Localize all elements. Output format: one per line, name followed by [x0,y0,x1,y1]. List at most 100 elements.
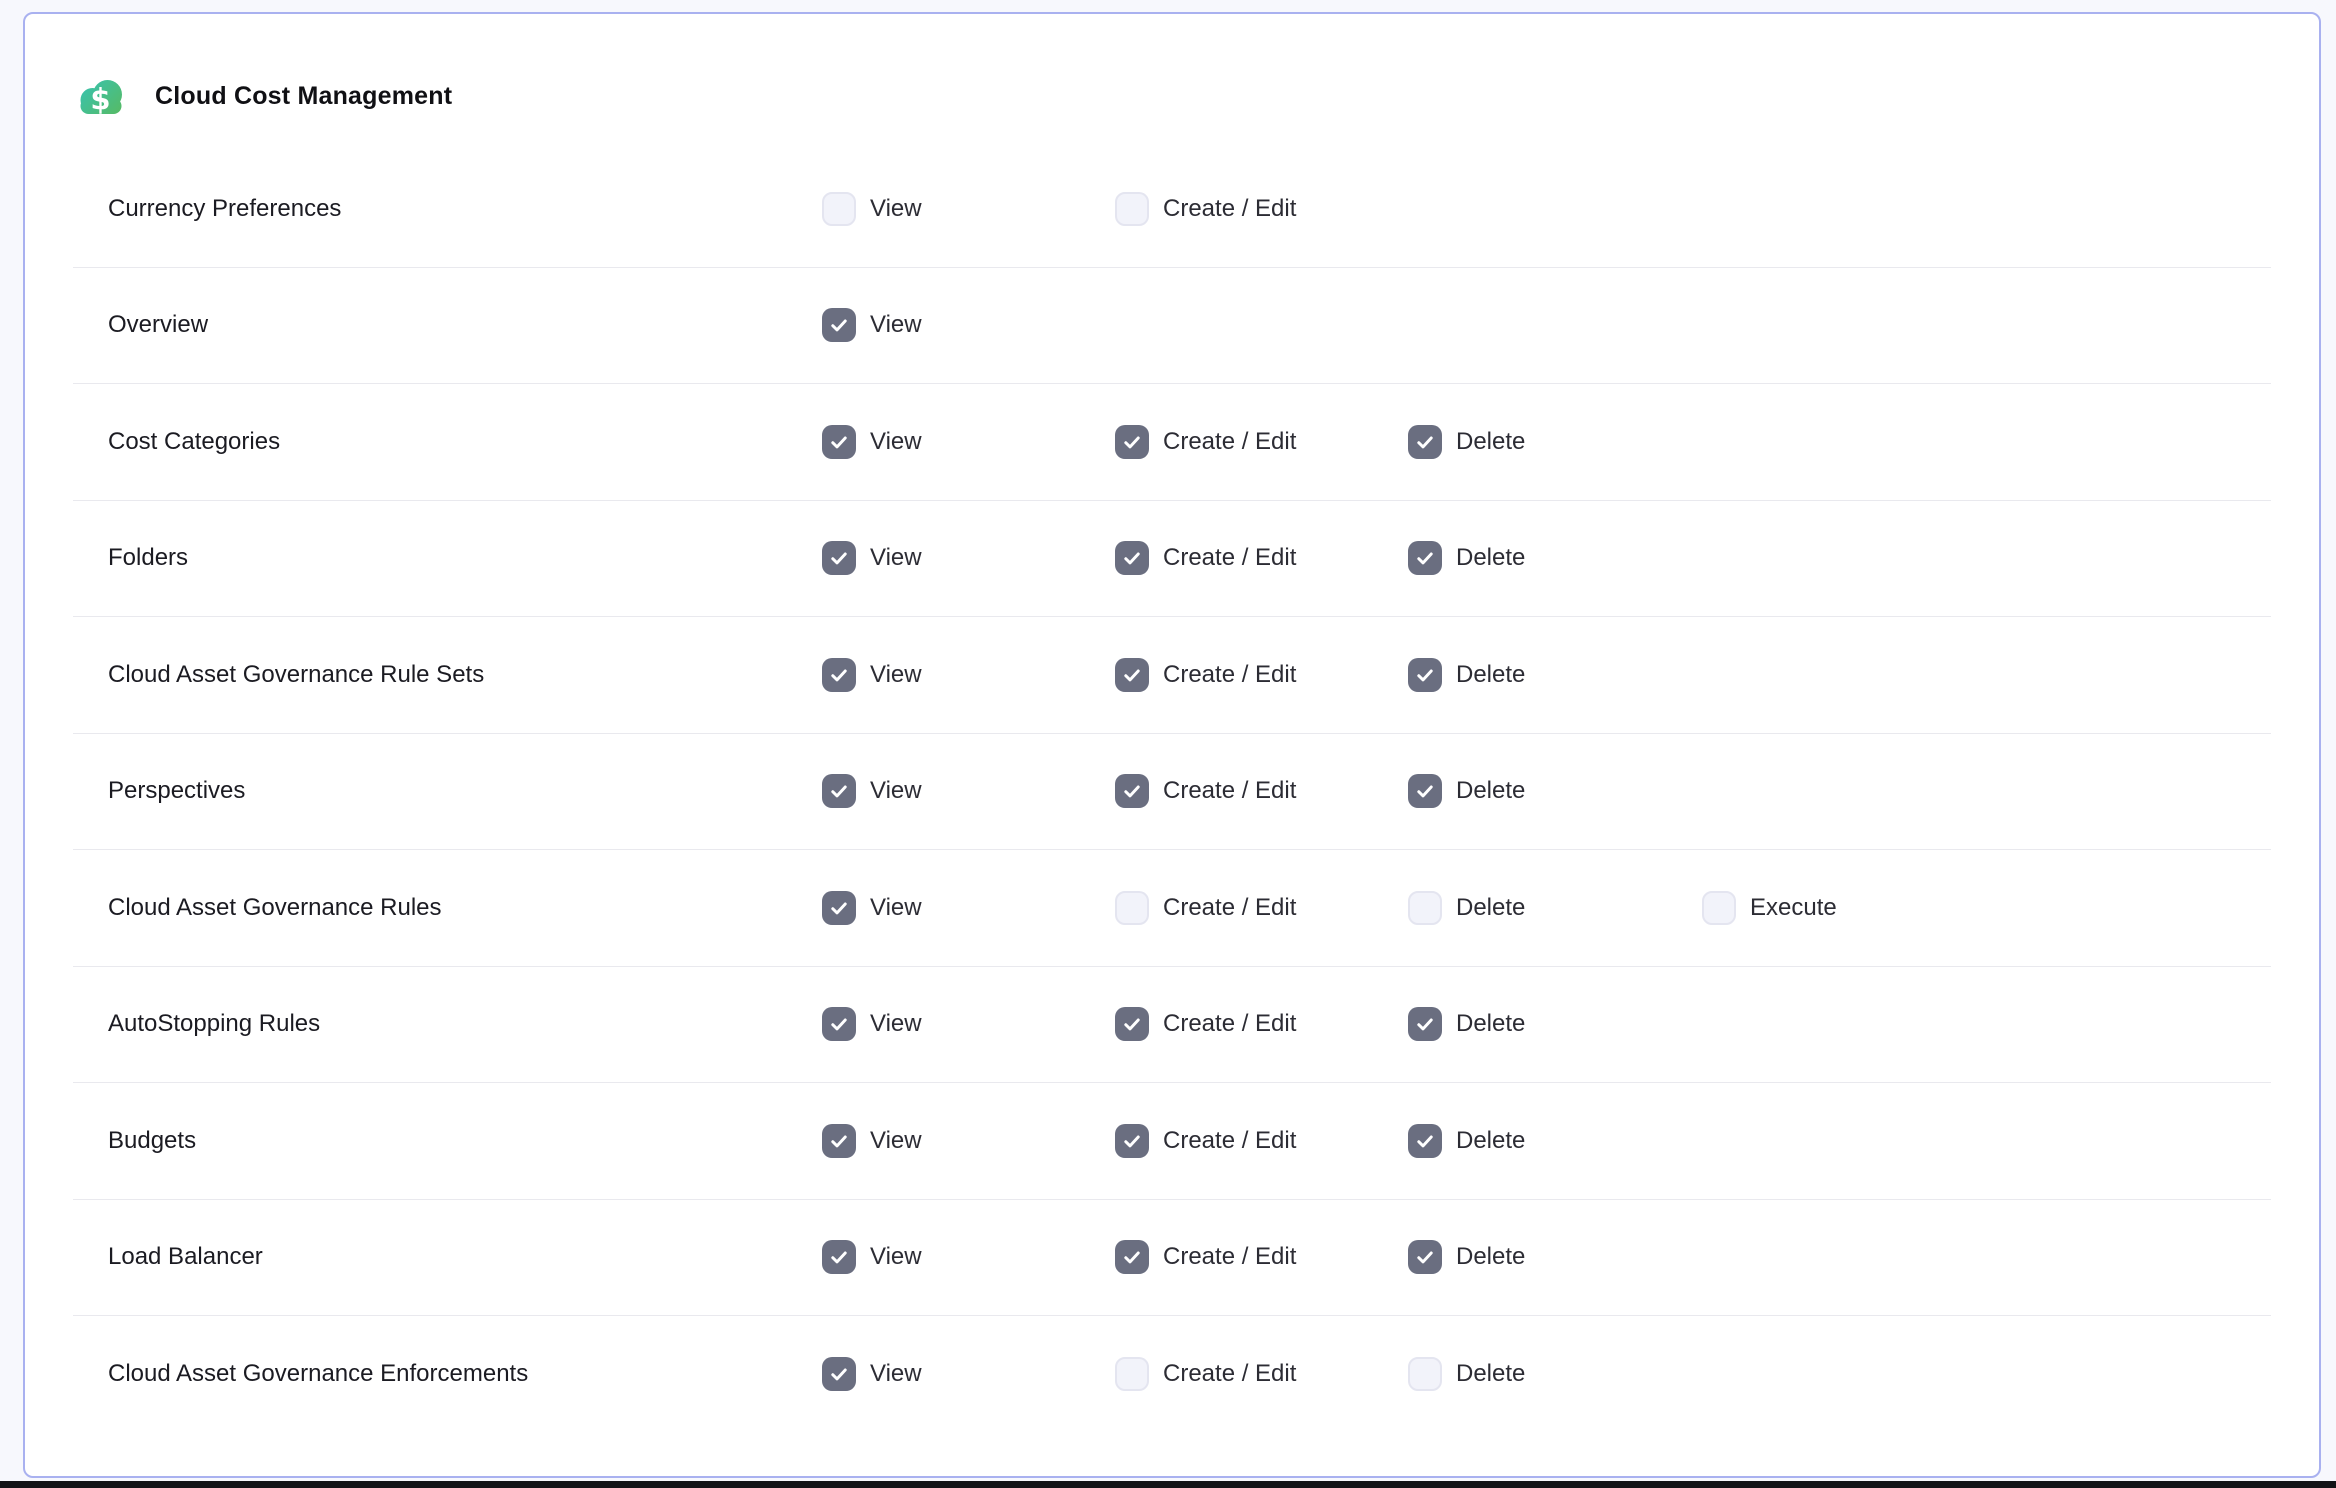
delete-checkbox[interactable] [1408,541,1442,575]
view-checkbox-label: View [870,661,922,689]
create-edit-permission-cell: Create / Edit [1115,658,1408,692]
delete-checkbox[interactable] [1408,658,1442,692]
create-edit-permission-cell: Create / Edit [1115,891,1408,925]
checkmark-icon [828,314,850,336]
create-edit-checkbox[interactable] [1115,192,1149,226]
resource-label: Cloud Asset Governance Rule Sets [73,661,822,689]
delete-checkbox[interactable] [1408,891,1442,925]
resource-label: AutoStopping Rules [73,1010,822,1038]
permissions-table: Currency PreferencesViewCreate / EditOve… [73,151,2271,1433]
create-edit-checkbox[interactable] [1115,1007,1149,1041]
view-checkbox[interactable] [822,1357,856,1391]
create-edit-checkbox[interactable] [1115,1124,1149,1158]
delete-checkbox-label: Delete [1456,894,1525,922]
view-checkbox[interactable] [822,425,856,459]
create-edit-checkbox-label: Create / Edit [1163,1127,1296,1155]
create-edit-checkbox[interactable] [1115,1357,1149,1391]
view-checkbox[interactable] [822,658,856,692]
view-permission-cell: View [822,891,1115,925]
resource-label: Cost Categories [73,428,822,456]
delete-checkbox[interactable] [1408,774,1442,808]
delete-permission-cell: Delete [1408,891,1702,925]
delete-checkbox-label: Delete [1456,777,1525,805]
delete-checkbox-label: Delete [1456,1360,1525,1388]
resource-label: Perspectives [73,777,822,805]
view-permission-cell: View [822,425,1115,459]
resource-label: Cloud Asset Governance Enforcements [73,1360,822,1388]
delete-checkbox[interactable] [1408,1007,1442,1041]
checkmark-icon [828,664,850,686]
checkmark-icon [1414,1246,1436,1268]
view-checkbox[interactable] [822,541,856,575]
delete-checkbox[interactable] [1408,1240,1442,1274]
delete-permission-cell: Delete [1408,541,1702,575]
checkmark-icon [1414,664,1436,686]
create-edit-checkbox[interactable] [1115,774,1149,808]
view-checkbox-label: View [870,311,922,339]
create-edit-checkbox-label: Create / Edit [1163,1010,1296,1038]
permission-row: Currency PreferencesViewCreate / Edit [73,151,2271,268]
checkmark-icon [828,1013,850,1035]
create-edit-checkbox-label: Create / Edit [1163,1243,1296,1271]
cloud-dollar-icon: $ [73,68,129,124]
view-permission-cell: View [822,1007,1115,1041]
delete-permission-cell: Delete [1408,658,1702,692]
view-checkbox[interactable] [822,1007,856,1041]
checkmark-icon [828,780,850,802]
view-checkbox-label: View [870,195,922,223]
view-permission-cell: View [822,1240,1115,1274]
create-edit-checkbox-label: Create / Edit [1163,1360,1296,1388]
checkmark-icon [1414,1130,1436,1152]
view-checkbox-label: View [870,1360,922,1388]
permission-row: Cost CategoriesViewCreate / EditDelete [73,384,2271,501]
delete-checkbox-label: Delete [1456,661,1525,689]
create-edit-permission-cell: Create / Edit [1115,541,1408,575]
create-edit-permission-cell: Create / Edit [1115,1124,1408,1158]
create-edit-checkbox[interactable] [1115,1240,1149,1274]
delete-permission-cell: Delete [1408,774,1702,808]
execute-permission-cell: Execute [1702,891,2271,925]
execute-checkbox-label: Execute [1750,894,1837,922]
view-checkbox-label: View [870,777,922,805]
checkmark-icon [1414,780,1436,802]
module-title: Cloud Cost Management [155,82,452,111]
delete-checkbox[interactable] [1408,425,1442,459]
create-edit-checkbox[interactable] [1115,658,1149,692]
delete-checkbox[interactable] [1408,1357,1442,1391]
checkmark-icon [1121,1246,1143,1268]
view-checkbox[interactable] [822,774,856,808]
module-header: $ Cloud Cost Management [73,68,2271,124]
create-edit-permission-cell: Create / Edit [1115,425,1408,459]
create-edit-permission-cell: Create / Edit [1115,1357,1408,1391]
checkmark-icon [828,1363,850,1385]
create-edit-checkbox[interactable] [1115,541,1149,575]
create-edit-checkbox-label: Create / Edit [1163,777,1296,805]
checkmark-icon [1121,547,1143,569]
delete-checkbox-label: Delete [1456,1010,1525,1038]
permission-row: FoldersViewCreate / EditDelete [73,501,2271,618]
permission-row: BudgetsViewCreate / EditDelete [73,1083,2271,1200]
resource-label: Budgets [73,1127,822,1155]
resource-label: Overview [73,311,822,339]
create-edit-checkbox-label: Create / Edit [1163,195,1296,223]
permission-row: Cloud Asset Governance Rule Sets View Crea… [73,617,2271,734]
view-checkbox[interactable] [822,1124,856,1158]
checkmark-icon [1414,431,1436,453]
delete-permission-cell: Delete [1408,1124,1702,1158]
view-checkbox[interactable] [822,308,856,342]
execute-checkbox[interactable] [1702,891,1736,925]
resource-label: Load Balancer [73,1243,822,1271]
checkmark-icon [1414,547,1436,569]
view-checkbox[interactable] [822,192,856,226]
create-edit-permission-cell: Create / Edit [1115,192,1408,226]
view-checkbox[interactable] [822,891,856,925]
view-checkbox-label: View [870,428,922,456]
checkmark-icon [828,1246,850,1268]
delete-checkbox[interactable] [1408,1124,1442,1158]
checkmark-icon [828,431,850,453]
create-edit-checkbox[interactable] [1115,891,1149,925]
bottom-edge-bar [0,1481,2336,1488]
view-checkbox[interactable] [822,1240,856,1274]
create-edit-checkbox[interactable] [1115,425,1149,459]
checkmark-icon [828,1130,850,1152]
